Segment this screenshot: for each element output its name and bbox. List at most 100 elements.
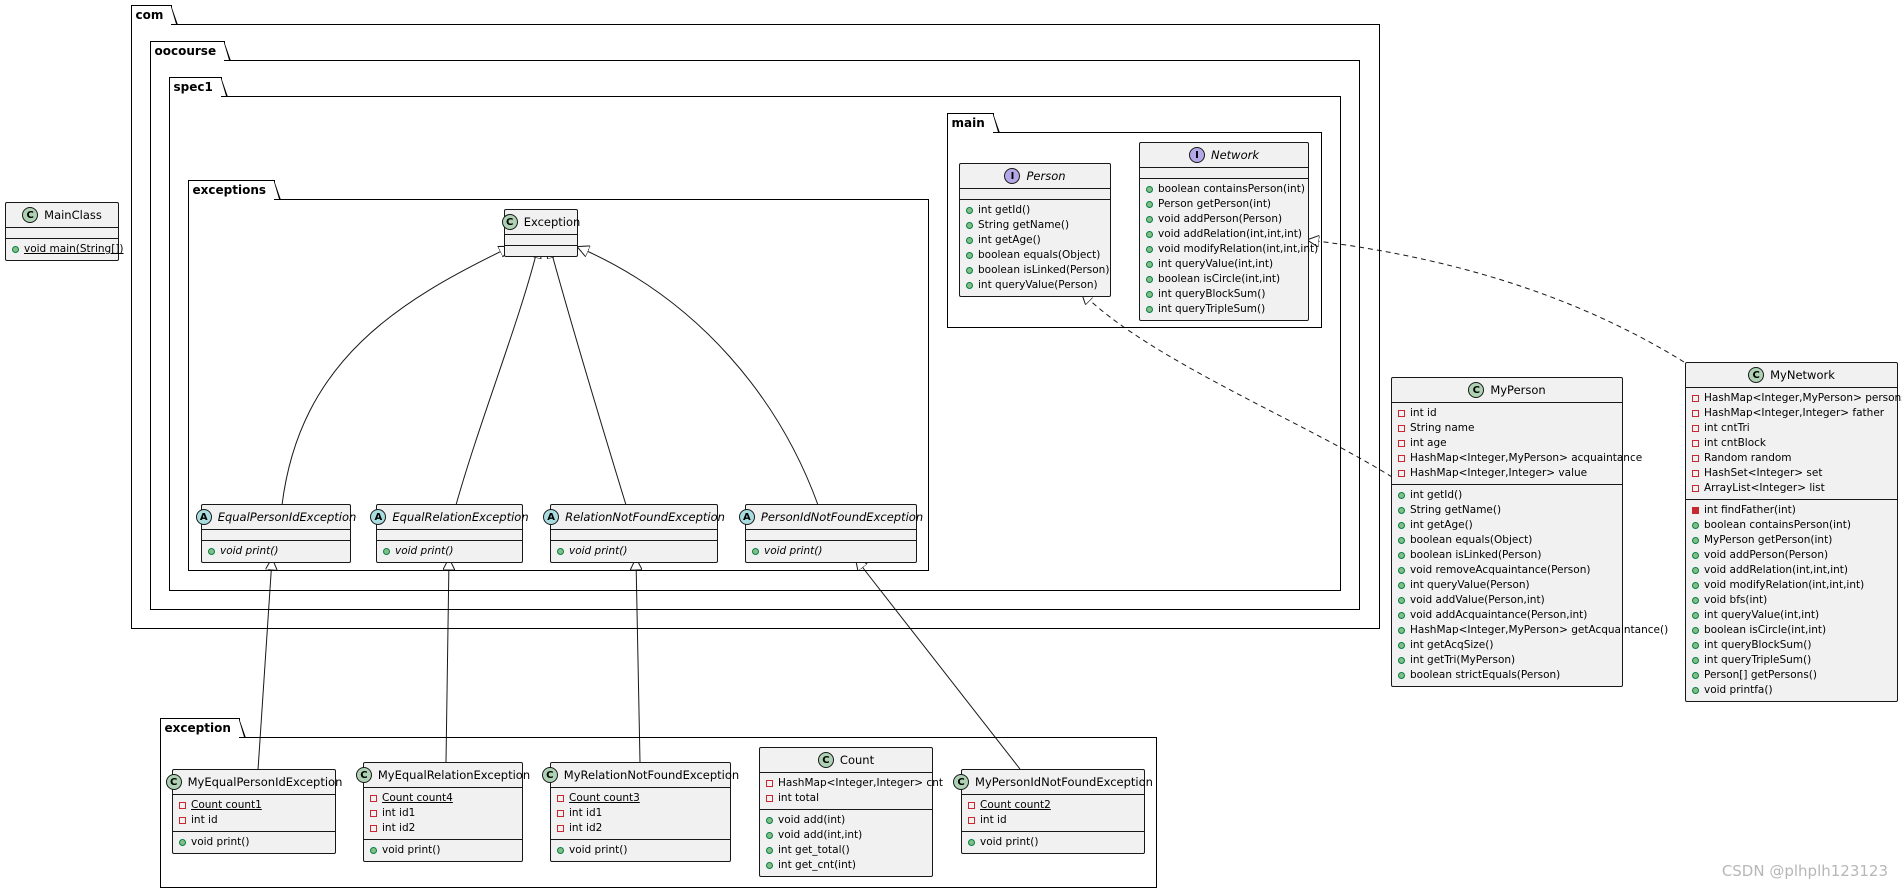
method-row: void print() <box>968 835 1138 850</box>
fields-section <box>551 529 717 540</box>
method-row: int queryValue(Person) <box>1398 578 1616 593</box>
private-visibility-icon <box>179 817 186 824</box>
class-header: C MainClass <box>6 203 118 227</box>
method-text: void addAcquaintance(Person,int) <box>1410 609 1588 621</box>
class-name: Count <box>839 753 875 767</box>
method-text: int getId() <box>978 204 1031 216</box>
fields-section: HashMap<Integer,MyPerson> persons HashMap… <box>1686 387 1902 499</box>
package-exceptions-tab: exceptions <box>187 179 281 200</box>
class-mynetwork[interactable]: C MyNetwork HashMap<Integer,MyPerson> pers… <box>1685 362 1902 702</box>
field-text: Count count1 <box>191 799 262 811</box>
field-row: HashMap<Integer,MyPerson> persons <box>1692 391 1902 406</box>
public-visibility-icon <box>1692 582 1699 589</box>
interface-network[interactable]: I Network boolean containsPerson(int) Perso… <box>1139 142 1318 321</box>
field-row: int id <box>1398 406 1616 421</box>
fields-section <box>505 234 577 245</box>
class-name: Exception <box>523 215 581 229</box>
method-text: void bfs(int) <box>1704 594 1768 606</box>
public-visibility-icon <box>1692 642 1699 649</box>
method-text: void addRelation(int,int,int) <box>1704 564 1849 576</box>
method-row: boolean isCircle(int,int) <box>1692 623 1891 638</box>
abstract-class-equalrelationexception[interactable]: A EqualRelationException void print() <box>370 504 529 563</box>
class-mainclass[interactable]: C MainClass void main(String[]) <box>5 202 124 261</box>
method-row: int queryBlockSum() <box>1692 638 1891 653</box>
stereotype-i-icon: I <box>1188 147 1205 163</box>
fields-section <box>202 529 350 540</box>
methods-section: void print() <box>364 839 522 861</box>
class-myperson[interactable]: C MyPerson int id String name int age HashMap… <box>1391 377 1668 687</box>
method-text: void removeAcquaintance(Person) <box>1410 564 1591 576</box>
field-row: Count count3 <box>557 791 724 806</box>
method-text: void addRelation(int,int,int) <box>1158 228 1303 240</box>
method-text: boolean containsPerson(int) <box>1704 519 1851 531</box>
field-text: Count count2 <box>980 799 1051 811</box>
class-myequalpersonidexception[interactable]: C MyEqualPersonIdException Count count1 int… <box>165 769 342 854</box>
method-text: void printfa() <box>1704 684 1773 696</box>
class-name: Network <box>1210 148 1260 162</box>
method-text: Person getPerson(int) <box>1158 198 1272 210</box>
method-row: void add(int) <box>766 813 926 828</box>
class-header: A EqualPersonIdException <box>195 505 356 529</box>
public-visibility-icon <box>12 246 19 253</box>
private-visibility-icon <box>1398 440 1405 447</box>
public-visibility-icon <box>1692 522 1699 529</box>
field-row: int cntTri <box>1692 421 1891 436</box>
stereotype-a-icon: A <box>195 509 212 525</box>
field-row: int id <box>179 813 329 828</box>
abstract-class-relationnotfoundexception[interactable]: A RelationNotFoundException void print() <box>543 504 725 563</box>
method-text: int getTri(MyPerson) <box>1410 654 1516 666</box>
interface-person[interactable]: I Person int getId() String getName() int ge… <box>959 163 1111 297</box>
class-exception[interactable]: C Exception <box>501 209 581 257</box>
method-row: int getAge() <box>1398 518 1616 533</box>
public-visibility-icon <box>557 548 564 555</box>
methods-section: void print() <box>962 831 1144 853</box>
private-visibility-icon <box>557 825 564 832</box>
private-visibility-icon <box>766 780 773 787</box>
method-text: void print() <box>980 836 1039 848</box>
class-myrelationnotfoundexception[interactable]: C MyRelationNotFoundException Count count3… <box>541 762 739 862</box>
methods-section: void print() <box>202 540 350 562</box>
method-text: int getId() <box>1410 489 1463 501</box>
public-visibility-icon <box>1146 186 1153 193</box>
class-name: EqualRelationException <box>392 510 529 524</box>
field-row: Count count4 <box>370 791 516 806</box>
field-text: int total <box>778 792 820 804</box>
method-row: int getTri(MyPerson) <box>1398 653 1616 668</box>
abstract-class-personidnotfoundexception[interactable]: A PersonIdNotFoundException void print() <box>738 504 923 563</box>
method-row: void print() <box>179 835 329 850</box>
abstract-class-equalpersonidexception[interactable]: A EqualPersonIdException void print() <box>195 504 356 563</box>
method-text: int queryValue(Person) <box>1410 579 1530 591</box>
method-row: int queryTripleSum() <box>1146 302 1302 317</box>
public-visibility-icon <box>1146 216 1153 223</box>
method-row: void print() <box>208 544 344 559</box>
class-name: MyEqualPersonIdException <box>187 775 343 789</box>
field-text: int id <box>191 814 218 826</box>
private-visibility-icon <box>179 802 186 809</box>
methods-section: void print() <box>746 540 916 562</box>
class-myequalrelationexception[interactable]: C MyEqualRelationException Count count4 int… <box>355 762 530 862</box>
method-row: int getId() <box>966 203 1104 218</box>
class-count[interactable]: C Count HashMap<Integer,Integer> cnt int to… <box>759 747 943 877</box>
class-mypersonidnotfoundexception[interactable]: C MyPersonIdNotFoundException Count count2… <box>953 769 1153 854</box>
field-row: HashMap<Integer,Integer> father <box>1692 406 1891 421</box>
method-text: int queryBlockSum() <box>1158 288 1266 300</box>
method-row: void addPerson(Person) <box>1146 212 1302 227</box>
method-row: Person[] getPersons() <box>1692 668 1891 683</box>
method-row: int queryBlockSum() <box>1146 287 1302 302</box>
class-header: C MyPersonIdNotFoundException <box>953 770 1153 794</box>
public-visibility-icon <box>1692 627 1699 634</box>
class-header: C MyEqualRelationException <box>355 763 530 787</box>
private-visibility-icon <box>1398 470 1405 477</box>
fields-section <box>6 227 118 238</box>
field-text: int id1 <box>569 807 603 819</box>
public-visibility-icon <box>766 862 773 869</box>
method-row: boolean isLinked(Person) <box>966 263 1109 278</box>
field-text: HashSet<Integer> set <box>1704 467 1823 479</box>
methods-section: void print() <box>551 839 730 861</box>
field-row: HashSet<Integer> set <box>1692 466 1891 481</box>
stereotype-a-icon: A <box>370 509 387 525</box>
public-visibility-icon <box>966 222 973 229</box>
private-visibility-icon <box>968 802 975 809</box>
field-row: int id1 <box>370 806 516 821</box>
field-row: Count count1 <box>179 798 329 813</box>
